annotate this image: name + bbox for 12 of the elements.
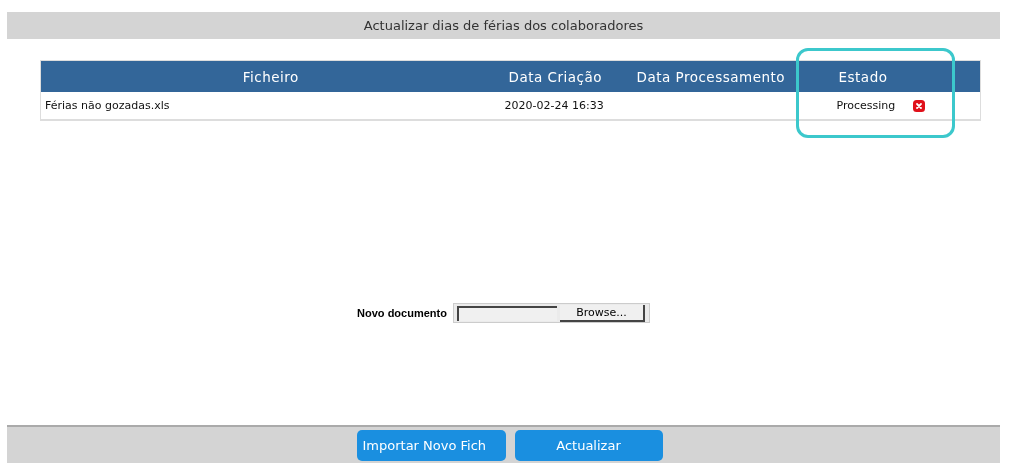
status-text: Processing: [836, 99, 896, 112]
column-header: Data Criação: [508, 68, 602, 85]
column-header: Ficheiro: [242, 68, 299, 85]
column-header: Estado: [838, 68, 888, 85]
file-input[interactable]: Browse...: [452, 303, 650, 323]
window-title: Actualizar dias de férias dos colaboradores: [7, 12, 1000, 39]
error-icon[interactable]: [913, 99, 926, 112]
column-header: Data Processamento: [636, 68, 786, 85]
table-cell: 2020-02-24 16:33: [504, 99, 604, 112]
field-label: Novo documento: [357, 307, 447, 319]
browse-button[interactable]: Browse...: [559, 304, 645, 322]
table-cell: Férias não gozadas.xls: [45, 99, 170, 112]
